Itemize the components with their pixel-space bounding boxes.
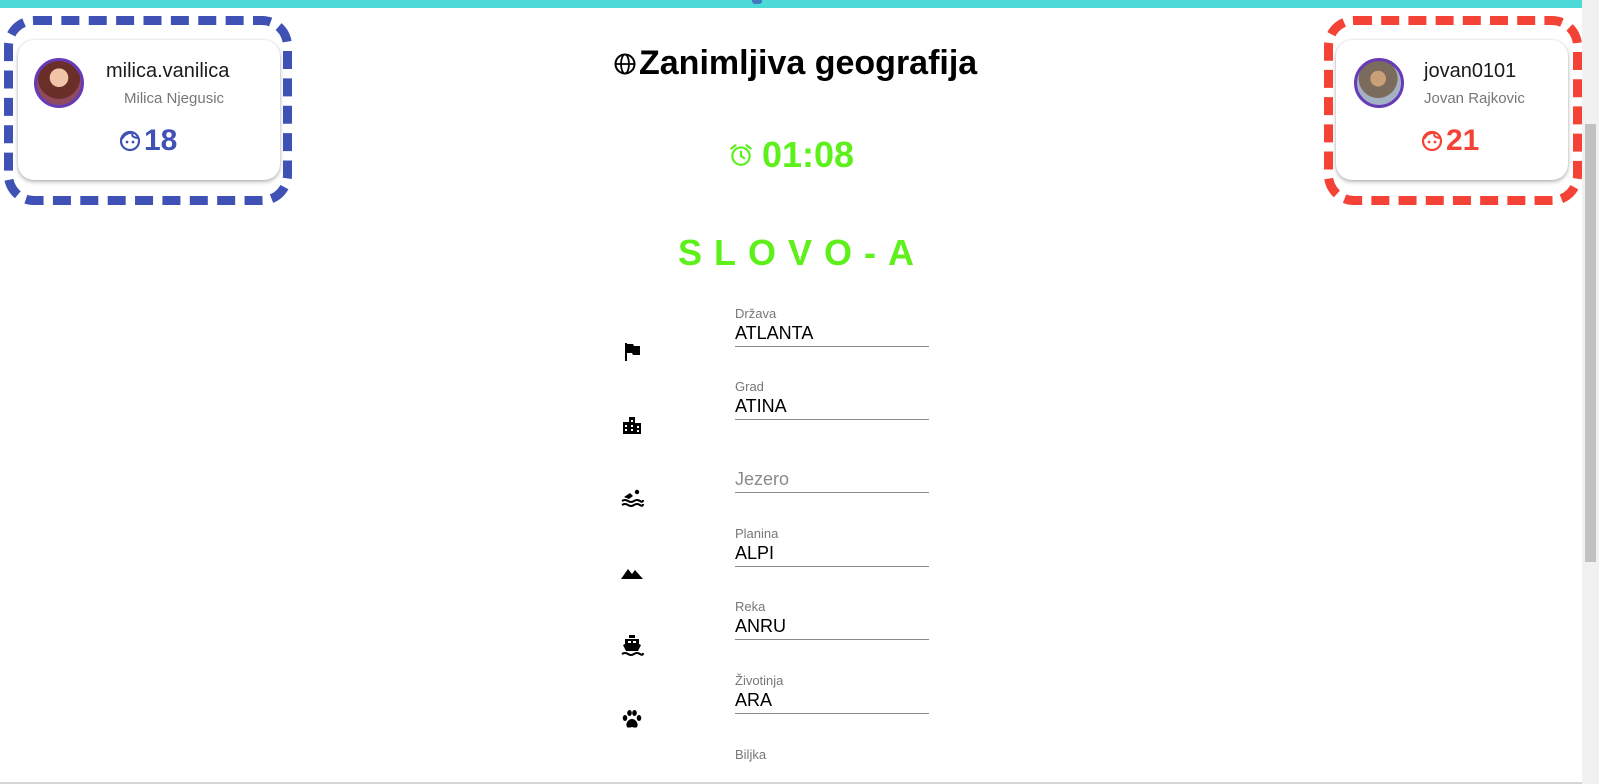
field-label: Životinja (735, 673, 784, 688)
reka-input[interactable] (735, 613, 929, 640)
player2-card: jovan0101 Jovan Rajkovic 21 (1336, 40, 1568, 180)
field-row-biljka: Biljka (612, 747, 952, 782)
zivotinja-input[interactable] (735, 687, 929, 714)
page-title-text: Zanimljiva geografija (639, 44, 978, 82)
timer-value: 01:08 (762, 134, 855, 175)
jezero-input[interactable] (735, 466, 929, 493)
player1-card: milica.vanilica Milica Njegusic 18 (18, 40, 280, 180)
city-icon (623, 417, 641, 434)
player2-full-name: Jovan Rajkovic (1424, 90, 1525, 107)
field-row-drzava: Država (612, 306, 952, 378)
field-label: Planina (735, 526, 779, 541)
field-row-planina: Planina (612, 526, 952, 598)
field-row-jezero (612, 452, 952, 524)
page-title: Zanimljiva geografija (613, 44, 977, 83)
player1-avatar (34, 58, 84, 108)
field-label: Grad (735, 379, 764, 394)
round-letter: SLOVO-A (678, 232, 927, 273)
grad-input[interactable] (735, 393, 929, 420)
boat-icon (621, 635, 644, 656)
flag-icon (625, 343, 640, 361)
scrollbar-thumb[interactable] (1585, 124, 1596, 562)
field-row-grad: Grad (612, 379, 952, 451)
field-row-reka: Reka (612, 599, 952, 671)
alarm-clock-icon (730, 144, 752, 166)
field-label: Država (735, 306, 777, 321)
player2-username: jovan0101 (1424, 60, 1517, 82)
player1-score-value: 18 (144, 124, 178, 157)
mountain-icon (621, 569, 643, 579)
face-icon (1421, 130, 1443, 152)
planina-input[interactable] (735, 540, 929, 567)
player1-score: 18 (118, 124, 177, 158)
player1-full-name: Milica Njegusic (124, 90, 225, 107)
top-bar-indicator (752, 0, 762, 4)
top-bar (0, 0, 1582, 8)
round-timer: 01:08 (728, 134, 854, 176)
globe-icon (614, 53, 636, 74)
player2-score: 21 (1420, 124, 1479, 158)
swimming-icon (621, 489, 644, 507)
player1-username: milica.vanilica (106, 60, 230, 82)
field-label: Reka (735, 599, 766, 614)
paw-icon (622, 710, 642, 728)
drzava-input[interactable] (735, 320, 929, 347)
player2-avatar (1354, 58, 1404, 108)
biljka-input[interactable] (735, 761, 929, 782)
face-icon (119, 130, 141, 152)
field-label: Biljka (735, 747, 767, 762)
player2-score-value: 21 (1446, 124, 1480, 157)
field-row-zivotinja: Životinja (612, 673, 952, 745)
